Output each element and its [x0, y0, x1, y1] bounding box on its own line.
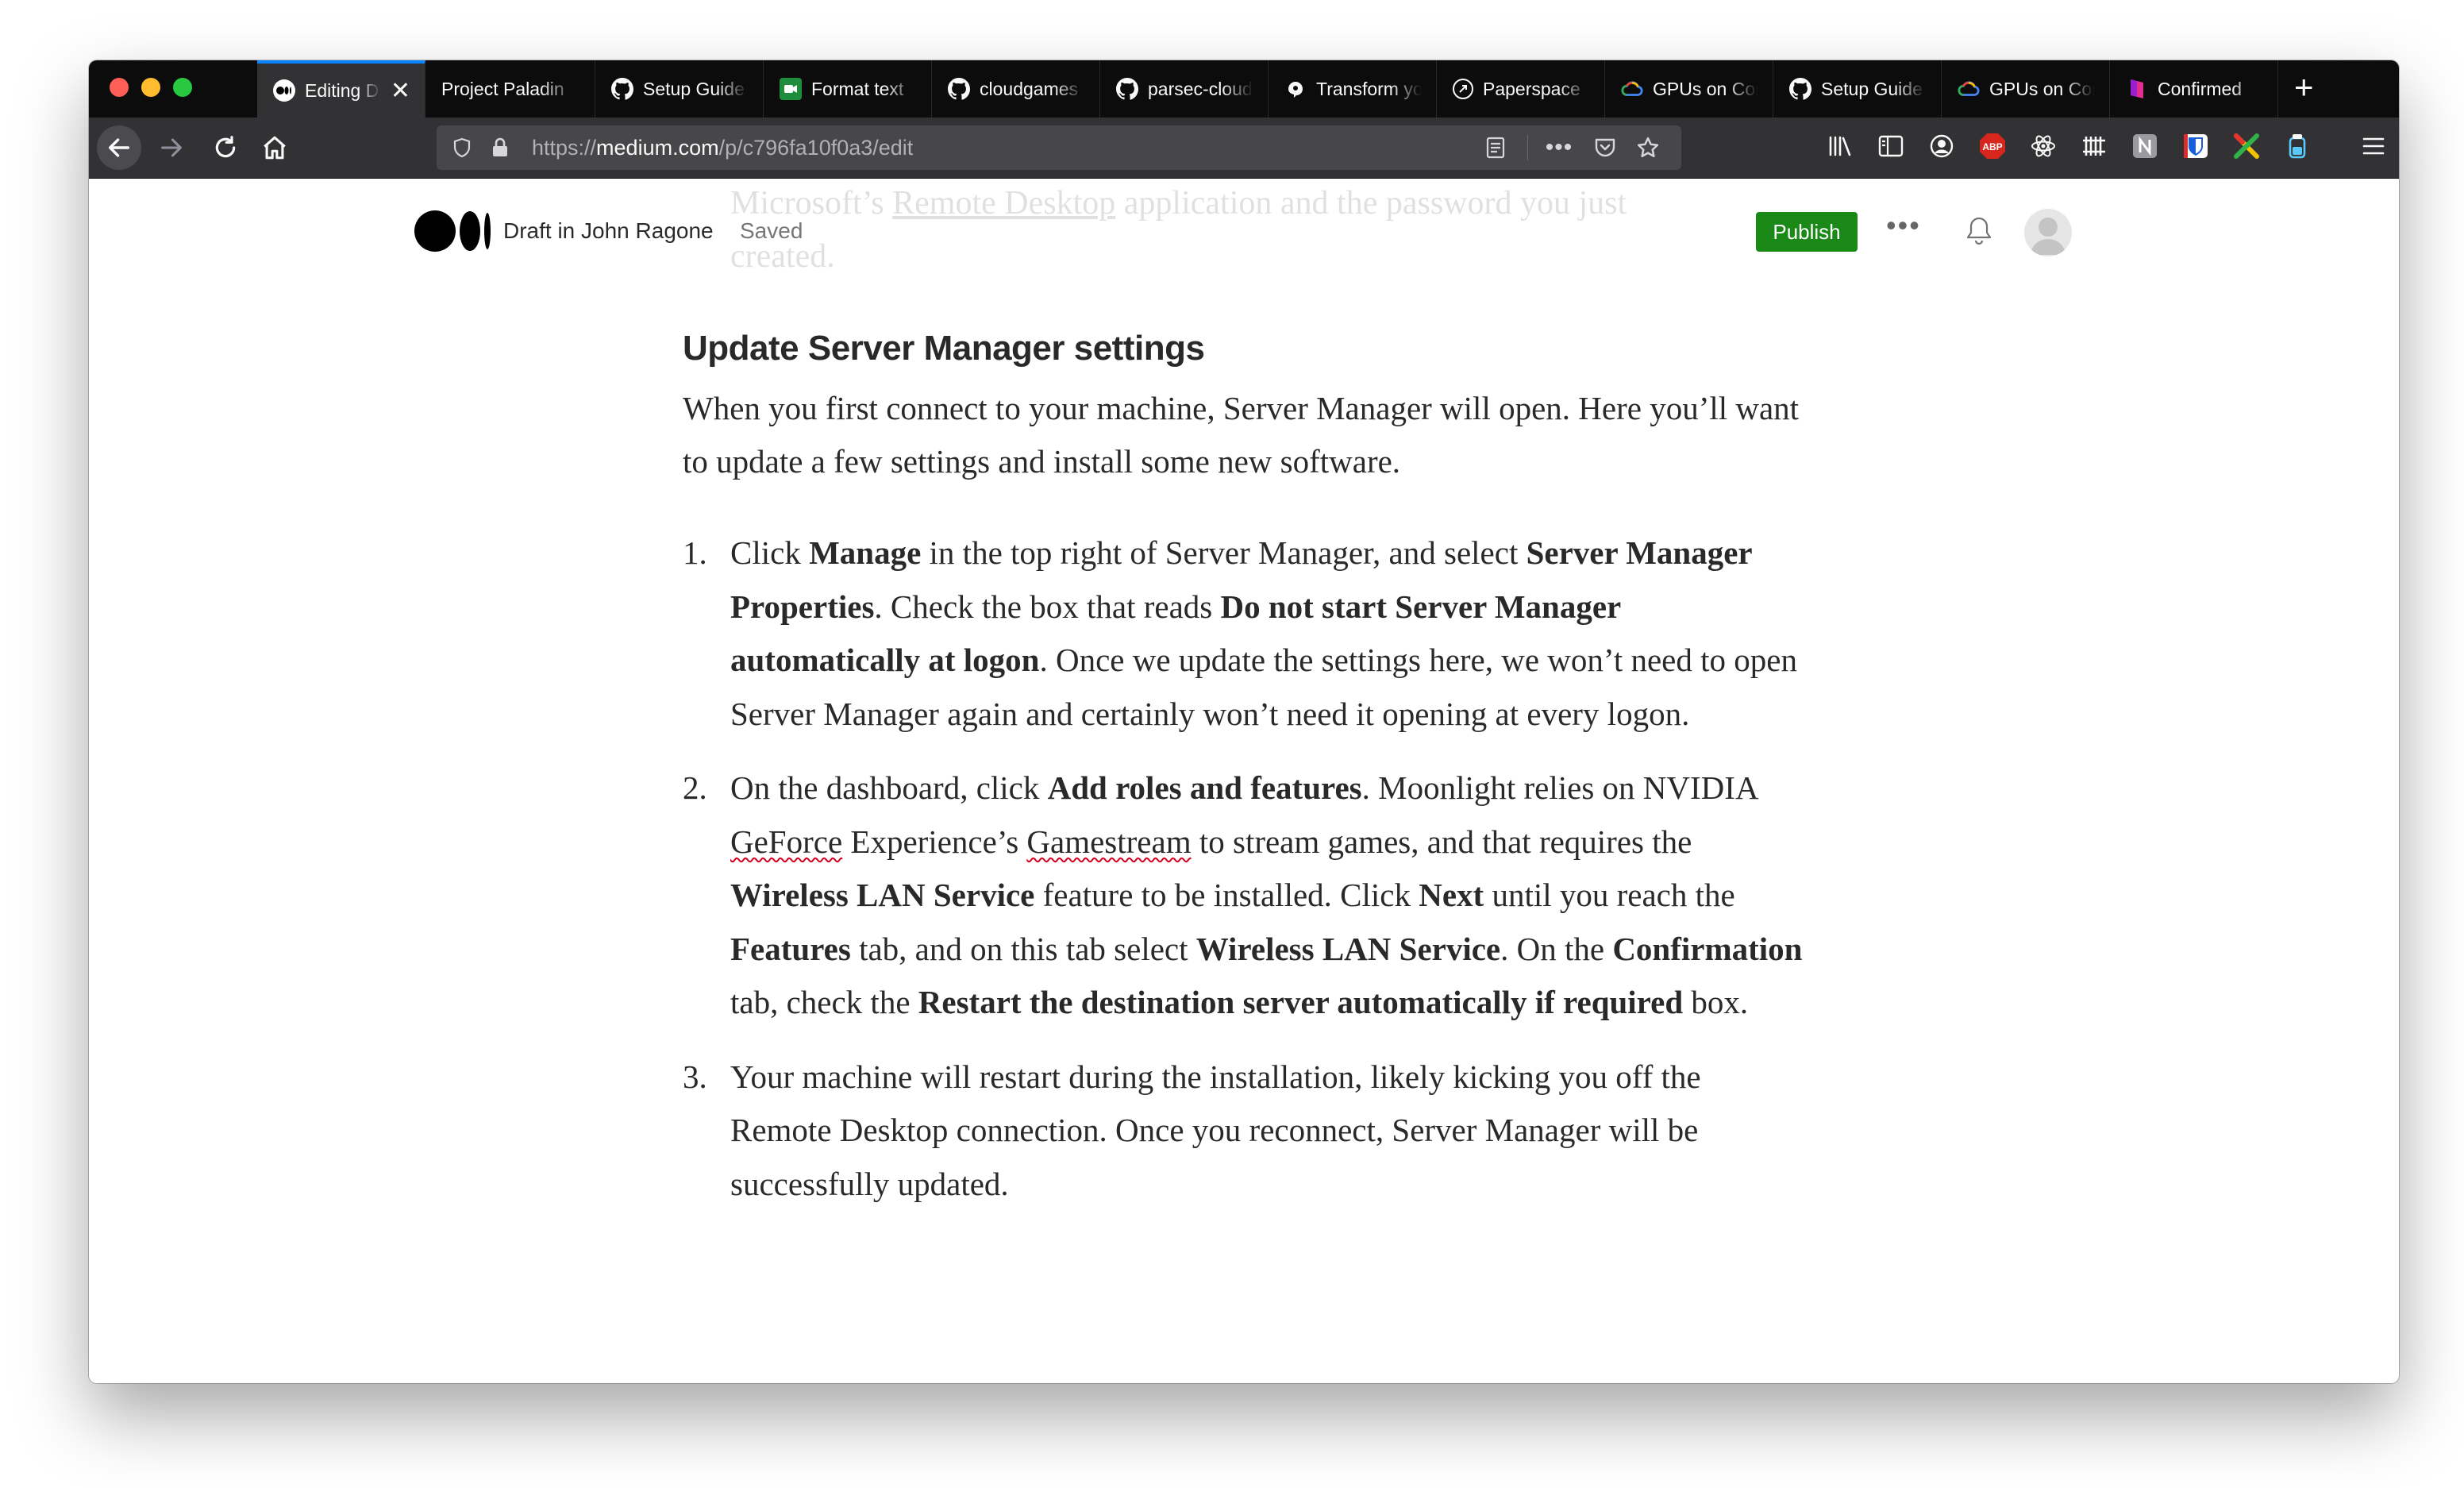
- more-options-button[interactable]: •••: [1886, 209, 1921, 242]
- tab-gpus-on-compute-2[interactable]: GPUs on Compute: [1942, 60, 2110, 118]
- spellcheck-underlined-word[interactable]: GeForce: [730, 823, 842, 860]
- notifications-bell-icon[interactable]: [1959, 210, 1999, 250]
- reload-icon: [215, 136, 236, 158]
- tracking-protection-shield-icon[interactable]: [449, 135, 475, 160]
- reload-button[interactable]: [203, 125, 248, 170]
- tab-title: Confirmed: [2158, 78, 2243, 99]
- url-host: medium.com: [596, 136, 719, 160]
- list-number: 3.: [683, 1058, 707, 1095]
- account-icon[interactable]: [1926, 130, 1958, 162]
- tab-title: Project Paladin: [441, 78, 564, 99]
- tab-title: Paperspace: [1483, 78, 1580, 99]
- medium-logo[interactable]: [414, 210, 491, 252]
- confirmed-icon: [2126, 78, 2148, 100]
- bitwarden-icon[interactable]: [2180, 130, 2212, 162]
- spellcheck-underlined-word[interactable]: Gamestream: [1026, 823, 1191, 860]
- tab-title: GPUs on Compute: [1989, 78, 2095, 99]
- page-actions-icon[interactable]: •••: [1546, 134, 1573, 160]
- bookmark-star-icon[interactable]: [1635, 135, 1661, 160]
- tab-setup-guide-2[interactable]: Setup Guide: [1773, 60, 1942, 118]
- window-minimize-button[interactable]: [141, 78, 160, 97]
- url-scheme: https://: [532, 136, 597, 160]
- section-heading[interactable]: Update Server Manager settings: [683, 325, 1810, 372]
- github-icon: [948, 78, 970, 100]
- tab-editing-draft[interactable]: Editing Draft ✕: [257, 60, 425, 118]
- tab-strip: Editing Draft ✕ Project Paladin Setup Gu…: [89, 60, 2399, 118]
- url-path: /p/c796fa10f0a3/edit: [718, 136, 914, 160]
- list-item[interactable]: 1. Click Manage in the top right of Serve…: [683, 526, 1810, 741]
- back-arrow-icon: [108, 138, 130, 157]
- tab-close-icon[interactable]: ✕: [391, 77, 410, 105]
- tab-gpus-on-compute[interactable]: GPUs on Compute: [1605, 60, 1773, 118]
- tabs: Editing Draft ✕ Project Paladin Setup Gu…: [257, 60, 2278, 118]
- page-content: Microsoft’s Remote Desktop application a…: [89, 179, 2399, 1383]
- list-number: 2.: [683, 769, 707, 806]
- browser-window: Editing Draft ✕ Project Paladin Setup Gu…: [89, 60, 2399, 1383]
- tab-title: Setup Guide: [1821, 78, 1923, 99]
- tab-transform-your[interactable]: Transform your: [1269, 60, 1437, 118]
- reader-view-icon[interactable]: [1483, 135, 1508, 160]
- medium-icon: [273, 79, 295, 102]
- tab-cloudgames[interactable]: cloudgames: [932, 60, 1100, 118]
- extension-grid-icon[interactable]: [2078, 130, 2110, 162]
- save-status: Saved: [740, 218, 803, 243]
- tab-title: Format text: [811, 78, 904, 99]
- medium-editor-header: Draft in John Ragone Saved Publish •••: [89, 179, 2399, 282]
- avatar[interactable]: [2024, 209, 2072, 256]
- tab-title: Setup Guide: [643, 78, 745, 99]
- intro-paragraph[interactable]: When you first connect to your machine, …: [683, 382, 1810, 488]
- list-item[interactable]: 2. On the dashboard, click Add roles and …: [683, 761, 1810, 1030]
- draft-location-label: Draft in John Ragone: [503, 218, 714, 243]
- hamburger-menu-icon[interactable]: [2358, 130, 2389, 162]
- github-icon: [1789, 78, 1811, 100]
- new-tab-button[interactable]: +: [2294, 68, 2314, 106]
- home-button[interactable]: [252, 125, 297, 170]
- tab-confirmed[interactable]: Confirmed: [2110, 60, 2278, 118]
- sidebar-icon[interactable]: [1875, 130, 1907, 162]
- back-button[interactable]: [97, 125, 141, 170]
- article-body[interactable]: Update Server Manager settings When you …: [683, 325, 1810, 1232]
- window-close-button[interactable]: [110, 78, 129, 97]
- parsec-icon: [1284, 78, 1307, 100]
- tab-project-paladin[interactable]: Project Paladin: [425, 60, 595, 118]
- gcloud-icon: [1958, 78, 1980, 100]
- window-maximize-button[interactable]: [173, 78, 192, 97]
- jar-extension-icon[interactable]: [2281, 130, 2313, 162]
- lock-icon[interactable]: [487, 135, 513, 160]
- extension-n-icon[interactable]: [2129, 130, 2161, 162]
- forward-arrow-icon: [161, 138, 182, 157]
- list-item[interactable]: 3. Your machine will restart during the i…: [683, 1050, 1810, 1212]
- tab-title: cloudgames: [980, 78, 1079, 99]
- library-icon[interactable]: [1824, 130, 1856, 162]
- list-number: 1.: [683, 534, 707, 571]
- forward-button[interactable]: [149, 125, 194, 170]
- navigation-bar: https://medium.com/p/c796fa10f0a3/edit •…: [89, 118, 2399, 179]
- tab-title: parsec-cloud: [1148, 78, 1253, 99]
- adblock-plus-icon[interactable]: ABP: [1977, 130, 2008, 162]
- publish-button[interactable]: Publish: [1756, 212, 1858, 252]
- svg-text:ABP: ABP: [1982, 141, 2002, 152]
- tab-format-text[interactable]: Format text: [764, 60, 932, 118]
- meet-icon: [780, 78, 802, 100]
- tab-parsec-cloud[interactable]: parsec-cloud: [1100, 60, 1269, 118]
- tab-title: Editing Draft: [305, 79, 381, 101]
- url-text[interactable]: https://medium.com/p/c796fa10f0a3/edit: [532, 136, 913, 160]
- paperspace-icon: [1453, 79, 1473, 99]
- steps-list: 1. Click Manage in the top right of Serve…: [683, 526, 1810, 1211]
- github-icon: [611, 78, 633, 100]
- url-bar[interactable]: https://medium.com/p/c796fa10f0a3/edit •…: [437, 125, 1681, 170]
- github-icon: [1116, 78, 1138, 100]
- colorful-x-extension-icon[interactable]: [2231, 130, 2262, 162]
- react-devtools-icon[interactable]: [2027, 130, 2059, 162]
- tab-setup-guide[interactable]: Setup Guide: [595, 60, 764, 118]
- tab-title: GPUs on Compute: [1653, 78, 1758, 99]
- gcloud-icon: [1621, 78, 1643, 100]
- home-icon: [264, 136, 286, 160]
- tab-title: Transform your: [1316, 78, 1422, 99]
- tab-paperspace[interactable]: Paperspace: [1437, 60, 1605, 118]
- pocket-icon[interactable]: [1592, 135, 1618, 160]
